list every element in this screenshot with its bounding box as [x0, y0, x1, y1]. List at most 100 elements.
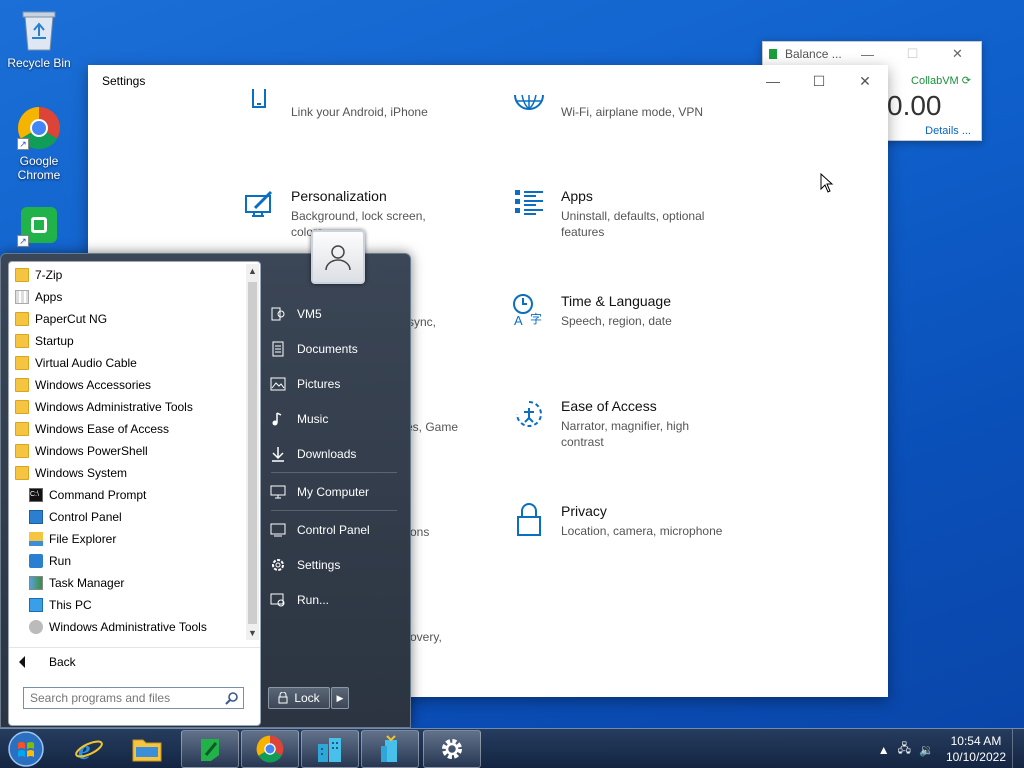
taskbar-tower-app[interactable]	[361, 730, 419, 768]
scrollbar-thumb[interactable]	[248, 282, 257, 624]
svg-text:字: 字	[530, 311, 542, 326]
apps-list-icon	[511, 188, 547, 224]
search-box[interactable]	[23, 687, 244, 709]
program-item[interactable]: Virtual Audio Cable	[9, 352, 245, 374]
program-item[interactable]: Windows Ease of Access	[9, 418, 245, 440]
desktop-icon-label: Google Chrome	[17, 154, 61, 182]
refresh-icon[interactable]: ⟳	[962, 75, 971, 87]
user-icon	[325, 245, 351, 271]
start-menu-item-settings[interactable]: Settings	[269, 551, 401, 579]
back-button[interactable]: Back	[9, 647, 260, 675]
start-menu-item-music[interactable]: Music	[269, 405, 401, 433]
taskmgr-icon	[29, 576, 43, 590]
recycle-bin-icon	[17, 8, 61, 52]
time-language-icon: A字	[511, 293, 547, 329]
tile-description: Link your Android, iPhone	[291, 105, 428, 119]
programs-scrollbar[interactable]: ▲ ▼	[246, 264, 259, 640]
computer-icon	[269, 483, 287, 501]
minimize-button[interactable]: —	[750, 65, 796, 97]
lock-button[interactable]: Lock	[268, 687, 330, 709]
desktop-icon-google-chrome[interactable]: ↗ Google Chrome	[1, 106, 77, 182]
settings-tile-network[interactable]: Wi-Fi, airplane mode, VPN	[511, 87, 703, 123]
program-item[interactable]: PaperCut NG	[9, 308, 245, 330]
start-menu-item-label: Control Panel	[297, 523, 370, 537]
program-item[interactable]: Windows Administrative Tools	[9, 396, 245, 418]
settings-tile-apps[interactable]: Apps Uninstall, defaults, optional featu…	[511, 188, 731, 240]
program-label: Command Prompt	[49, 488, 147, 502]
green-app-icon	[201, 739, 219, 761]
program-label: Control Panel	[49, 510, 122, 524]
taskbar-chrome[interactable]	[241, 730, 299, 768]
chrome-icon: ↗	[17, 106, 61, 150]
program-item[interactable]: C:\ Command Prompt	[9, 484, 245, 506]
power-options-arrow-button[interactable]: ▶	[331, 687, 349, 709]
program-item[interactable]: Windows Accessories	[9, 374, 245, 396]
program-label: Windows Administrative Tools	[35, 400, 193, 414]
start-menu-item-documents[interactable]: Documents	[269, 335, 401, 363]
taskbar-internet-explorer[interactable]: e	[60, 730, 118, 768]
apps-icon	[15, 290, 29, 304]
globe-icon	[511, 87, 547, 123]
program-item[interactable]: Task Manager	[9, 572, 245, 594]
start-menu-item-run[interactable]: Run...	[269, 586, 401, 614]
program-label: PaperCut NG	[35, 312, 108, 326]
program-item[interactable]: Windows Administrative Tools	[9, 616, 245, 638]
folder-icon	[15, 268, 29, 282]
scroll-down-icon[interactable]: ▼	[246, 626, 259, 640]
balance-amount: 0.00	[887, 90, 942, 121]
program-label: This PC	[49, 598, 92, 612]
start-menu-item-control-panel[interactable]: Control Panel	[269, 516, 401, 544]
folder-icon	[15, 312, 29, 326]
show-hidden-icons-icon[interactable]: ▲	[878, 743, 890, 757]
phone-icon	[241, 87, 277, 123]
program-item[interactable]: Windows System	[9, 462, 245, 484]
svg-text:A: A	[514, 313, 523, 327]
tile-name: Apps	[561, 188, 593, 204]
start-menu-item-my-computer[interactable]: My Computer	[269, 478, 401, 506]
separator	[271, 472, 397, 473]
paintbrush-icon	[241, 188, 277, 224]
user-avatar[interactable]	[311, 230, 365, 284]
close-button[interactable]: ✕	[842, 65, 888, 97]
details-link[interactable]: Details ...	[925, 125, 971, 137]
taskbar-app-green[interactable]	[181, 730, 239, 768]
program-item[interactable]: Windows PowerShell	[9, 440, 245, 462]
tile-fragment-search: ons	[410, 525, 430, 539]
minimize-button[interactable]: —	[845, 42, 890, 66]
start-button[interactable]	[6, 730, 46, 768]
program-item[interactable]: Run	[9, 550, 245, 572]
search-icon[interactable]	[225, 691, 239, 705]
search-input[interactable]	[30, 691, 220, 705]
tile-name: Privacy	[561, 503, 607, 519]
settings-tile-privacy[interactable]: Privacy Location, camera, microphone	[511, 503, 722, 539]
program-item[interactable]: Apps	[9, 286, 245, 308]
network-icon[interactable]: 🖧	[898, 739, 911, 760]
program-item[interactable]: This PC	[9, 594, 245, 616]
settings-tile-ease-of-access[interactable]: Ease of Access Narrator, magnifier, high…	[511, 398, 731, 450]
settings-tile-phone[interactable]: Link your Android, iPhone	[241, 87, 428, 123]
program-item[interactable]: File Explorer	[9, 528, 245, 550]
collabvm-label: CollabVM ⟳	[911, 75, 971, 87]
close-button[interactable]: ✕	[935, 42, 980, 66]
settings-tile-time-language[interactable]: A字 Time & Language Speech, region, date	[511, 293, 672, 329]
show-desktop-button[interactable]	[1012, 729, 1024, 768]
taskbar-settings[interactable]	[423, 730, 481, 768]
maximize-button[interactable]: ☐	[796, 65, 842, 97]
clock[interactable]: 10:54 AM 10/10/2022	[946, 733, 1006, 765]
desktop-icon-shortcut[interactable]: ↗	[1, 203, 77, 251]
maximize-button[interactable]: ☐	[890, 42, 935, 66]
taskbar-file-explorer[interactable]	[118, 730, 176, 768]
program-item[interactable]: Startup	[9, 330, 245, 352]
start-menu-item-downloads[interactable]: Downloads	[269, 440, 401, 468]
program-item[interactable]: 7-Zip	[9, 264, 245, 286]
volume-icon[interactable]: 🔉	[919, 743, 934, 757]
start-menu-item-pictures[interactable]: Pictures	[269, 370, 401, 398]
scroll-up-icon[interactable]: ▲	[246, 264, 259, 278]
program-item[interactable]: Control Panel	[9, 506, 245, 528]
control-icon	[29, 510, 43, 524]
desktop-icon-recycle-bin[interactable]: Recycle Bin	[1, 8, 77, 70]
tile-description: Speech, region, date	[561, 314, 672, 328]
folder-icon	[132, 739, 162, 762]
taskbar-buildings-app[interactable]	[301, 730, 359, 768]
start-menu-item-vm5[interactable]: VM5	[269, 300, 401, 328]
